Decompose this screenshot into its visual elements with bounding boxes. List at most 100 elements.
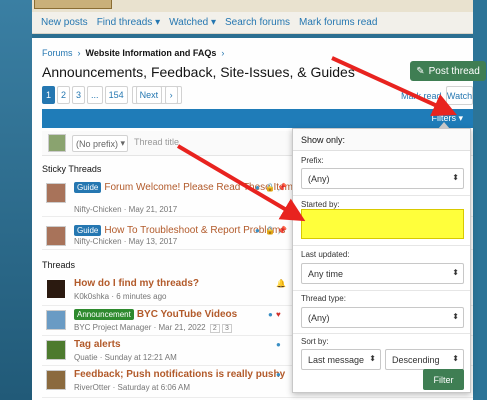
select-arrows-icon: ⬍ xyxy=(452,312,459,321)
sort-order-value: Descending xyxy=(392,355,440,365)
thread-title[interactable]: Feedback; Push notifications is really p… xyxy=(74,369,285,380)
pin-icon: 📌 xyxy=(277,226,287,235)
prefix-badge: Guide xyxy=(74,182,102,193)
started-by-label: Started by: xyxy=(301,200,340,209)
background-right xyxy=(473,0,487,400)
chevron-down-icon: ▾ xyxy=(155,17,161,28)
filter-menu: Show only: Prefix: (Any) ⬍ Started by: L… xyxy=(292,122,471,393)
menu-pointer xyxy=(438,122,450,129)
chevron-right-icon: › xyxy=(164,86,178,104)
last-updated-label: Last updated: xyxy=(301,250,350,259)
post-thread-label: Post thread xyxy=(428,65,480,77)
filter-bar: Filters ▾ xyxy=(42,109,473,128)
sub-navigation: New posts Find threads ▾ Watched ▾ Searc… xyxy=(32,12,473,34)
thread-meta-text: BYC Project Manager · Mar 21, 2022 xyxy=(74,323,206,332)
breadcrumb-forums[interactable]: Forums xyxy=(42,48,73,58)
nav-new-posts[interactable]: New posts xyxy=(41,17,88,28)
thread-page-2[interactable]: 2 xyxy=(209,324,220,333)
bell-icon: 🔔 xyxy=(276,279,286,288)
prefix-badge: Guide xyxy=(74,225,102,236)
avatar xyxy=(46,370,66,390)
lock-icon: 🔒 xyxy=(265,183,275,192)
thread-meta: BYC Project Manager · Mar 21, 2022 2 3 xyxy=(74,323,232,333)
avatar xyxy=(48,134,66,152)
chevron-down-icon: ▾ xyxy=(210,17,216,28)
info-icon: ● xyxy=(276,370,281,379)
nav-find-threads[interactable]: Find threads ▾ xyxy=(97,17,160,28)
last-updated-value: Any time xyxy=(308,269,344,279)
info-icon: ● xyxy=(268,310,273,319)
sort-field-value: Last message xyxy=(308,355,365,365)
breadcrumb-current[interactable]: Website Information and FAQs xyxy=(86,48,217,58)
avatar xyxy=(46,226,66,246)
thread-title-line: Feedback; Push notifications is really p… xyxy=(74,369,285,380)
nav-watched-label: Watched xyxy=(169,17,209,28)
prefix-select[interactable]: (No prefix) ▾ xyxy=(72,135,128,152)
sort-order-select[interactable]: Descending ⬍ xyxy=(385,349,464,370)
thread-title-line: Guide How To Troubleshoot & Report Probl… xyxy=(74,225,285,236)
prefix-select-label: (No prefix) xyxy=(76,138,119,149)
breadcrumb: Forums › Website Information and FAQs › xyxy=(42,48,224,58)
next-page-button[interactable]: Next › xyxy=(131,86,182,104)
lock-icon: 🔒 xyxy=(265,226,275,235)
thread-title[interactable]: Tag alerts xyxy=(74,339,121,350)
last-updated-select[interactable]: Any time ⬍ xyxy=(301,263,464,284)
avatar xyxy=(46,279,66,299)
thread-type-value: (Any) xyxy=(308,313,330,323)
pin-icon: 📌 xyxy=(277,183,287,192)
nav-find-threads-label: Find threads xyxy=(96,17,153,28)
filter-menu-header: Show only: xyxy=(293,129,470,151)
page-3[interactable]: 3 xyxy=(72,86,86,104)
post-thread-button[interactable]: ✎ Post thread xyxy=(410,61,486,81)
thread-meta: K0k0shka · 6 minutes ago xyxy=(74,292,167,301)
page-154[interactable]: 154 xyxy=(104,86,128,104)
prefix-filter-value: (Any) xyxy=(308,174,330,184)
thread-title-input[interactable]: Thread title xyxy=(134,137,179,147)
thread-title-line: Announcement BYC YouTube Videos xyxy=(74,309,237,320)
thread-type-select[interactable]: (Any) ⬍ xyxy=(301,307,464,328)
sort-by-label: Sort by: xyxy=(301,337,329,346)
prefix-filter-select[interactable]: (Any) ⬍ xyxy=(301,168,464,189)
sticky-threads-heading: Sticky Threads xyxy=(42,164,102,174)
page-2[interactable]: 2 xyxy=(57,86,71,104)
page-ellipsis[interactable]: ... xyxy=(87,86,103,104)
avatar xyxy=(46,183,66,203)
heart-icon: ♥ xyxy=(276,310,281,319)
nav-watched[interactable]: Watched ▾ xyxy=(169,17,216,28)
select-arrows-icon: ⬍ xyxy=(452,354,459,363)
avatar xyxy=(46,310,66,330)
thread-title[interactable]: BYC YouTube Videos xyxy=(137,309,237,320)
pagination: 1 2 3 ... 154 Next › xyxy=(42,86,182,104)
chevron-right-icon: › xyxy=(77,48,81,58)
avatar xyxy=(46,340,66,360)
prefix-badge: Announcement xyxy=(74,309,134,320)
thread-title[interactable]: How do I find my threads? xyxy=(74,278,199,289)
thread-meta: Nifty-Chicken · May 21, 2017 xyxy=(74,205,178,214)
thread-page-3[interactable]: 3 xyxy=(222,324,232,333)
site-header xyxy=(32,0,473,12)
thread-meta: RiverOtter · Saturday at 6:06 AM xyxy=(74,383,191,392)
compose-icon: ✎ xyxy=(416,65,425,77)
thread-meta: Nifty-Chicken · May 13, 2017 xyxy=(74,237,178,246)
prefix-label: Prefix: xyxy=(301,156,324,165)
thread-meta: Quatie · Sunday at 12:21 AM xyxy=(74,353,177,362)
chevron-down-icon: ▾ xyxy=(458,113,463,123)
select-arrows-icon: ⬍ xyxy=(452,268,459,277)
select-arrows-icon: ⬍ xyxy=(369,354,376,363)
divider xyxy=(293,290,470,291)
divider xyxy=(293,333,470,334)
nav-mark-forums-read[interactable]: Mark forums read xyxy=(299,17,377,28)
page-1[interactable]: 1 xyxy=(42,86,56,104)
watch-button[interactable]: Watch xyxy=(446,86,473,105)
info-icon: ● xyxy=(255,183,260,192)
site-logo[interactable] xyxy=(34,0,112,9)
started-by-input[interactable] xyxy=(301,209,464,239)
select-arrows-icon: ⬍ xyxy=(452,173,459,182)
page-title: Announcements, Feedback, Site-Issues, & … xyxy=(42,64,355,80)
next-label: Next xyxy=(135,86,163,104)
filter-submit-button[interactable]: Filter xyxy=(423,369,464,390)
mark-read-button[interactable]: Mark read xyxy=(401,87,442,104)
divider xyxy=(293,245,470,246)
sort-field-select[interactable]: Last message ⬍ xyxy=(301,349,381,370)
nav-search-forums[interactable]: Search forums xyxy=(225,17,290,28)
